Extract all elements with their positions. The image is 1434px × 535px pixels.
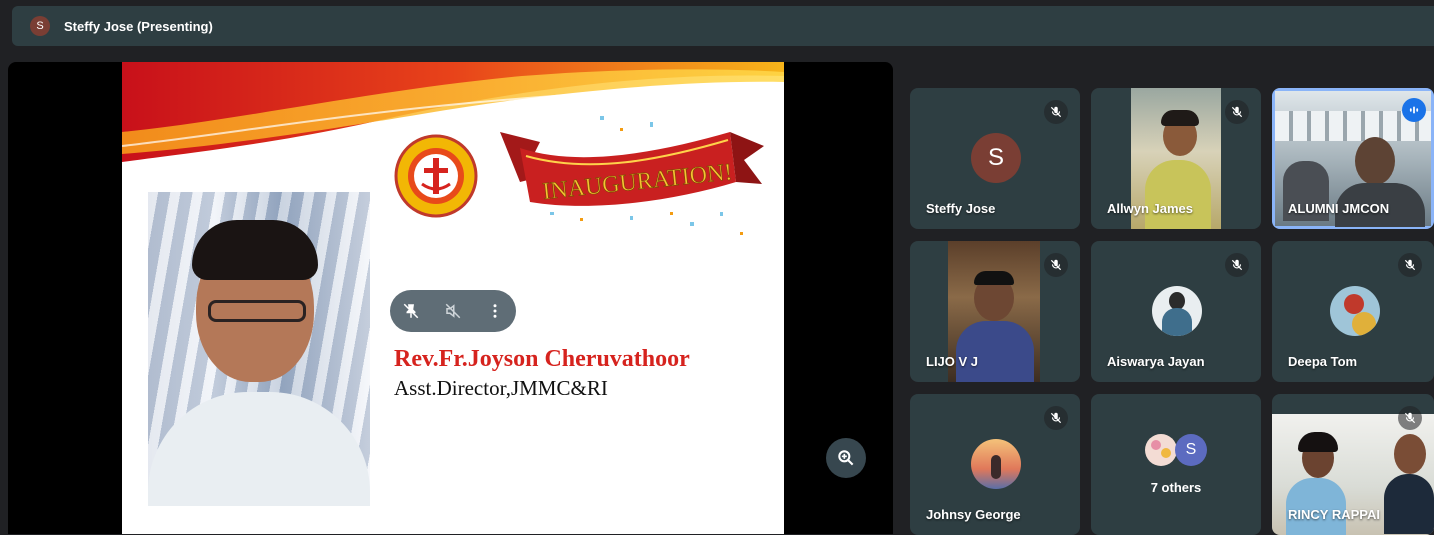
participant-tile[interactable]: Deepa Tom	[1272, 241, 1434, 382]
zoom-in-icon	[838, 450, 854, 466]
pin-off-icon[interactable]	[396, 302, 426, 320]
presenter-avatar: S	[30, 16, 50, 36]
mic-off-icon	[1398, 406, 1422, 430]
participant-tile-others[interactable]: S 7 others	[1091, 394, 1261, 535]
presenter-bar: S Steffy Jose (Presenting)	[12, 6, 1434, 46]
participant-tile[interactable]: Johnsy George	[910, 394, 1080, 535]
participant-avatar	[971, 439, 1021, 489]
participant-tile[interactable]: Allwyn James	[1091, 88, 1261, 229]
participant-name: Aiswarya Jayan	[1107, 354, 1205, 369]
participant-avatar	[1152, 286, 1202, 336]
mic-off-icon	[1044, 253, 1068, 277]
participant-name: Johnsy George	[926, 507, 1021, 522]
zoom-in-button[interactable]	[826, 438, 866, 478]
others-count: 7 others	[1150, 480, 1202, 495]
participant-name: ALUMNI JMCON	[1288, 201, 1390, 216]
participant-name: Allwyn James	[1107, 201, 1193, 216]
speaker-photo	[148, 192, 370, 506]
mic-off-icon	[1225, 100, 1249, 124]
mic-off-icon	[1225, 253, 1249, 277]
presenter-label: Steffy Jose (Presenting)	[64, 18, 213, 34]
volume-off-icon[interactable]	[438, 302, 468, 320]
participant-tile[interactable]: Aiswarya Jayan	[1091, 241, 1261, 382]
participant-tile[interactable]: S Steffy Jose	[910, 88, 1080, 229]
speaker-title: Asst.Director,JMMC&RI	[394, 376, 608, 400]
mic-off-icon	[1044, 406, 1068, 430]
speaker-name: Rev.Fr.Joyson Cheruvathoor	[394, 346, 690, 372]
participant-tile[interactable]: LIJO V J	[910, 241, 1080, 382]
participant-name: Steffy Jose	[926, 201, 996, 216]
participant-name: LIJO V J	[926, 354, 979, 369]
mic-off-icon	[1398, 253, 1422, 277]
participant-tile-active[interactable]: ALUMNI JMCON	[1272, 88, 1434, 229]
more-vert-icon[interactable]	[480, 302, 510, 320]
others-avatars: S	[1145, 434, 1215, 468]
presentation-slide: INAUGURATION! Rev.Fr.Joyson Cheruvathoor…	[122, 62, 784, 534]
college-logo	[394, 134, 478, 218]
participant-tile[interactable]: RINCY RAPPAI	[1272, 394, 1434, 535]
speaking-indicator-icon	[1402, 98, 1426, 122]
participant-name: RINCY RAPPAI	[1288, 507, 1380, 522]
participant-avatar	[1330, 286, 1380, 336]
mic-off-icon	[1044, 100, 1068, 124]
tile-controls	[390, 290, 516, 332]
shared-screen: INAUGURATION! Rev.Fr.Joyson Cheruvathoor…	[8, 62, 893, 534]
inauguration-ribbon: INAUGURATION!	[500, 116, 764, 235]
participant-name: Deepa Tom	[1288, 354, 1358, 369]
participant-avatar: S	[971, 133, 1021, 183]
